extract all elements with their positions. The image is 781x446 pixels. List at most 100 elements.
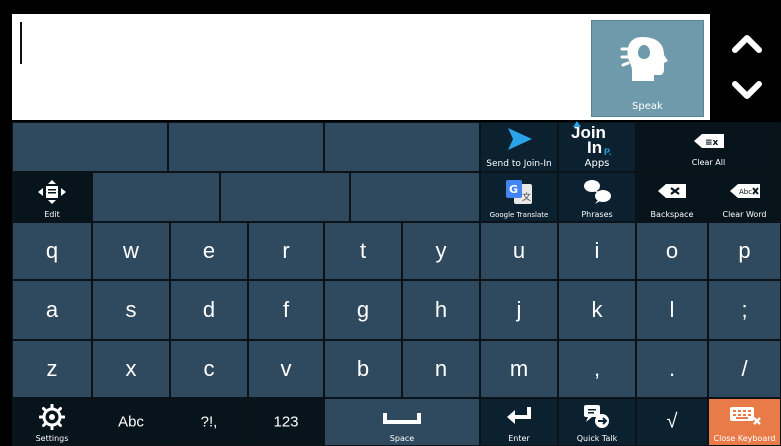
key-label: o — [665, 238, 679, 263]
key-label: v — [280, 356, 292, 381]
space-button[interactable]: Space — [324, 398, 480, 446]
key-r1-6[interactable]: u — [480, 222, 558, 280]
key-r3-3[interactable]: v — [248, 340, 324, 398]
google-translate-icon: G 文 — [506, 180, 532, 204]
enter-button[interactable]: Enter — [480, 398, 558, 446]
key-label: n — [434, 356, 448, 381]
edit-cursor-icon — [38, 180, 66, 204]
key-label: h — [434, 297, 448, 322]
empty-slot-3 — [324, 122, 480, 172]
close-keyboard-button[interactable]: Close Keyboard — [708, 398, 781, 446]
svg-text:Abc: Abc — [739, 188, 752, 196]
key-label: t — [359, 238, 367, 263]
settings-button[interactable]: Settings — [12, 398, 92, 446]
key-r1-5[interactable]: y — [402, 222, 480, 280]
check-button[interactable]: √ — [636, 398, 708, 446]
scroll-down-button[interactable] — [725, 76, 769, 106]
clear-all-button[interactable]: ≡x Clear All — [636, 122, 781, 172]
key-r3-4[interactable]: b — [324, 340, 402, 398]
svg-text:G: G — [509, 183, 518, 196]
svg-text:文: 文 — [522, 191, 531, 203]
clear-all-icon: ≡x — [693, 134, 724, 148]
key-r1-3[interactable]: r — [248, 222, 324, 280]
key-r3-1[interactable]: x — [92, 340, 170, 398]
key-r3-2[interactable]: c — [170, 340, 248, 398]
key-r2-7[interactable]: k — [558, 280, 636, 340]
punctuation-mode-button[interactable]: ?!, — [170, 398, 248, 446]
key-r2-5[interactable]: h — [402, 280, 480, 340]
gear-icon — [39, 404, 65, 430]
key-r2-3[interactable]: f — [248, 280, 324, 340]
svg-text:≡x: ≡x — [705, 138, 719, 148]
empty-slot-1 — [12, 122, 168, 172]
key-r1-8[interactable]: o — [636, 222, 708, 280]
speak-label: Speak — [632, 101, 663, 112]
key-label: e — [202, 238, 216, 263]
abc-mode-button[interactable]: Abc — [92, 398, 170, 446]
key-label: ; — [741, 297, 748, 322]
key-r2-6[interactable]: j — [480, 280, 558, 340]
clear-word-icon: Abc — [729, 184, 760, 198]
speak-button[interactable]: Speak — [591, 20, 704, 117]
empty-slot-2 — [168, 122, 324, 172]
text-caret — [20, 22, 22, 64]
key-r3-9[interactable]: / — [708, 340, 781, 398]
key-r3-7[interactable]: , — [558, 340, 636, 398]
key-r2-1[interactable]: s — [92, 280, 170, 340]
key-r2-9[interactable]: ; — [708, 280, 781, 340]
key-r1-1[interactable]: w — [92, 222, 170, 280]
key-r3-5[interactable]: n — [402, 340, 480, 398]
key-r1-0[interactable]: q — [12, 222, 92, 280]
key-label: f — [282, 297, 290, 322]
key-r1-4[interactable]: t — [324, 222, 402, 280]
numbers-mode-button[interactable]: 123 — [248, 398, 324, 446]
key-r2-2[interactable]: d — [170, 280, 248, 340]
quick-talk-icon — [584, 405, 609, 428]
key-label: i — [594, 238, 600, 263]
key-r2-8[interactable]: l — [636, 280, 708, 340]
key-label: q — [45, 238, 59, 263]
key-label: c — [203, 356, 215, 381]
chevron-up-icon — [732, 35, 762, 53]
key-label: p — [738, 238, 751, 263]
send-to-join-in-button[interactable]: Send to Join-In — [480, 122, 558, 172]
key-r3-0[interactable]: z — [12, 340, 92, 398]
enter-icon — [507, 407, 531, 424]
key-r2-0[interactable]: a — [12, 280, 92, 340]
key-label: j — [516, 297, 522, 322]
empty-slot-6 — [350, 172, 480, 222]
key-label: l — [669, 297, 675, 322]
send-icon — [508, 128, 532, 150]
key-r1-2[interactable]: e — [170, 222, 248, 280]
space-bar-icon — [383, 413, 421, 424]
backspace-icon — [658, 184, 686, 198]
keyboard-close-icon — [729, 407, 761, 425]
scroll-up-button[interactable] — [725, 28, 769, 58]
key-r1-7[interactable]: i — [558, 222, 636, 280]
edit-button[interactable]: Edit — [12, 172, 92, 222]
key-label: b — [356, 356, 370, 381]
quick-talk-button[interactable]: Quick Talk — [558, 398, 636, 446]
google-translate-button[interactable]: G 文 Google Translate — [480, 172, 558, 222]
speaker-head-icon — [620, 37, 668, 81]
key-label: u — [512, 238, 526, 263]
key-r1-9[interactable]: p — [708, 222, 781, 280]
phrases-button[interactable]: Phrases — [558, 172, 636, 222]
key-label: r — [282, 238, 290, 263]
clear-word-button[interactable]: Abc Clear Word — [708, 172, 781, 222]
key-r3-6[interactable]: m — [480, 340, 558, 398]
chevron-down-icon — [732, 81, 762, 99]
key-r3-8[interactable]: . — [636, 340, 708, 398]
key-label: g — [356, 297, 370, 322]
apps-button[interactable]: Join In P. Apps — [558, 121, 636, 172]
key-label: d — [202, 297, 216, 322]
key-label: x — [125, 356, 137, 381]
empty-slot-5 — [220, 172, 350, 222]
key-label: w — [123, 238, 139, 263]
empty-slot-4 — [92, 172, 220, 222]
key-r2-4[interactable]: g — [324, 280, 402, 340]
join-in-logo: Join In P. — [571, 121, 612, 157]
key-label: s — [125, 297, 137, 322]
key-label: , — [593, 356, 601, 381]
backspace-button[interactable]: Backspace — [636, 172, 708, 222]
